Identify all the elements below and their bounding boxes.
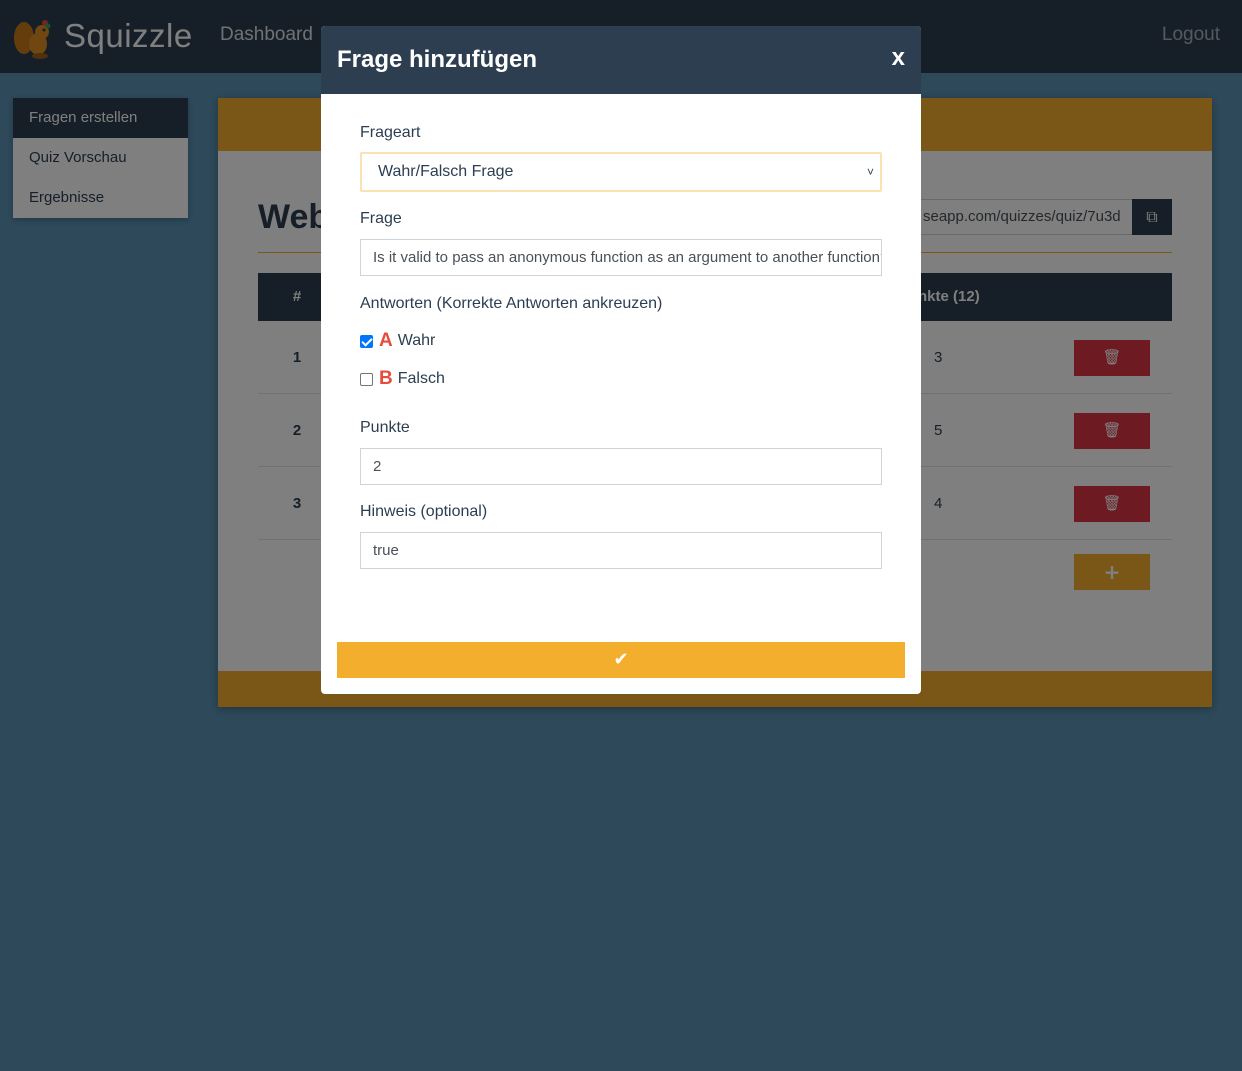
points-label: Punkte bbox=[360, 419, 410, 436]
answer-option-b: B Falsch bbox=[360, 368, 445, 390]
hint-label: Hinweis (optional) bbox=[360, 503, 488, 520]
question-label: Frage bbox=[360, 210, 402, 227]
close-icon[interactable]: x bbox=[892, 44, 905, 72]
hint-input[interactable]: true bbox=[360, 532, 882, 569]
points-input[interactable]: 2 bbox=[360, 448, 882, 485]
answer-a-text: Wahr bbox=[397, 332, 436, 349]
question-type-label: Frageart bbox=[360, 124, 421, 141]
modal-title: Frage hinzufügen bbox=[337, 46, 537, 73]
answer-b-checkbox[interactable] bbox=[360, 372, 373, 386]
answer-a-letter: A bbox=[379, 330, 393, 351]
answer-b-text: Falsch bbox=[397, 370, 445, 387]
answer-b-letter: B bbox=[379, 368, 393, 389]
question-type-select[interactable]: Wahr/Falsch Frage ˅ bbox=[360, 152, 882, 192]
question-input[interactable]: Is it valid to pass an anonymous functio… bbox=[360, 239, 882, 276]
submit-question-button[interactable]: ✔ bbox=[337, 642, 905, 678]
add-question-modal: Frage hinzufügen x Frageart Wahr/Falsch … bbox=[321, 26, 921, 694]
answers-label: Antworten (Korrekte Antworten ankreuzen) bbox=[360, 295, 663, 312]
chevron-down-icon: ˅ bbox=[866, 165, 874, 179]
answer-option-a: A Wahr bbox=[360, 330, 435, 352]
question-type-value: Wahr/Falsch Frage bbox=[378, 163, 514, 180]
checkmark-icon: ✔ bbox=[613, 649, 629, 670]
answer-a-checkbox[interactable] bbox=[360, 334, 373, 348]
modal-header: Frage hinzufügen x bbox=[321, 26, 921, 94]
